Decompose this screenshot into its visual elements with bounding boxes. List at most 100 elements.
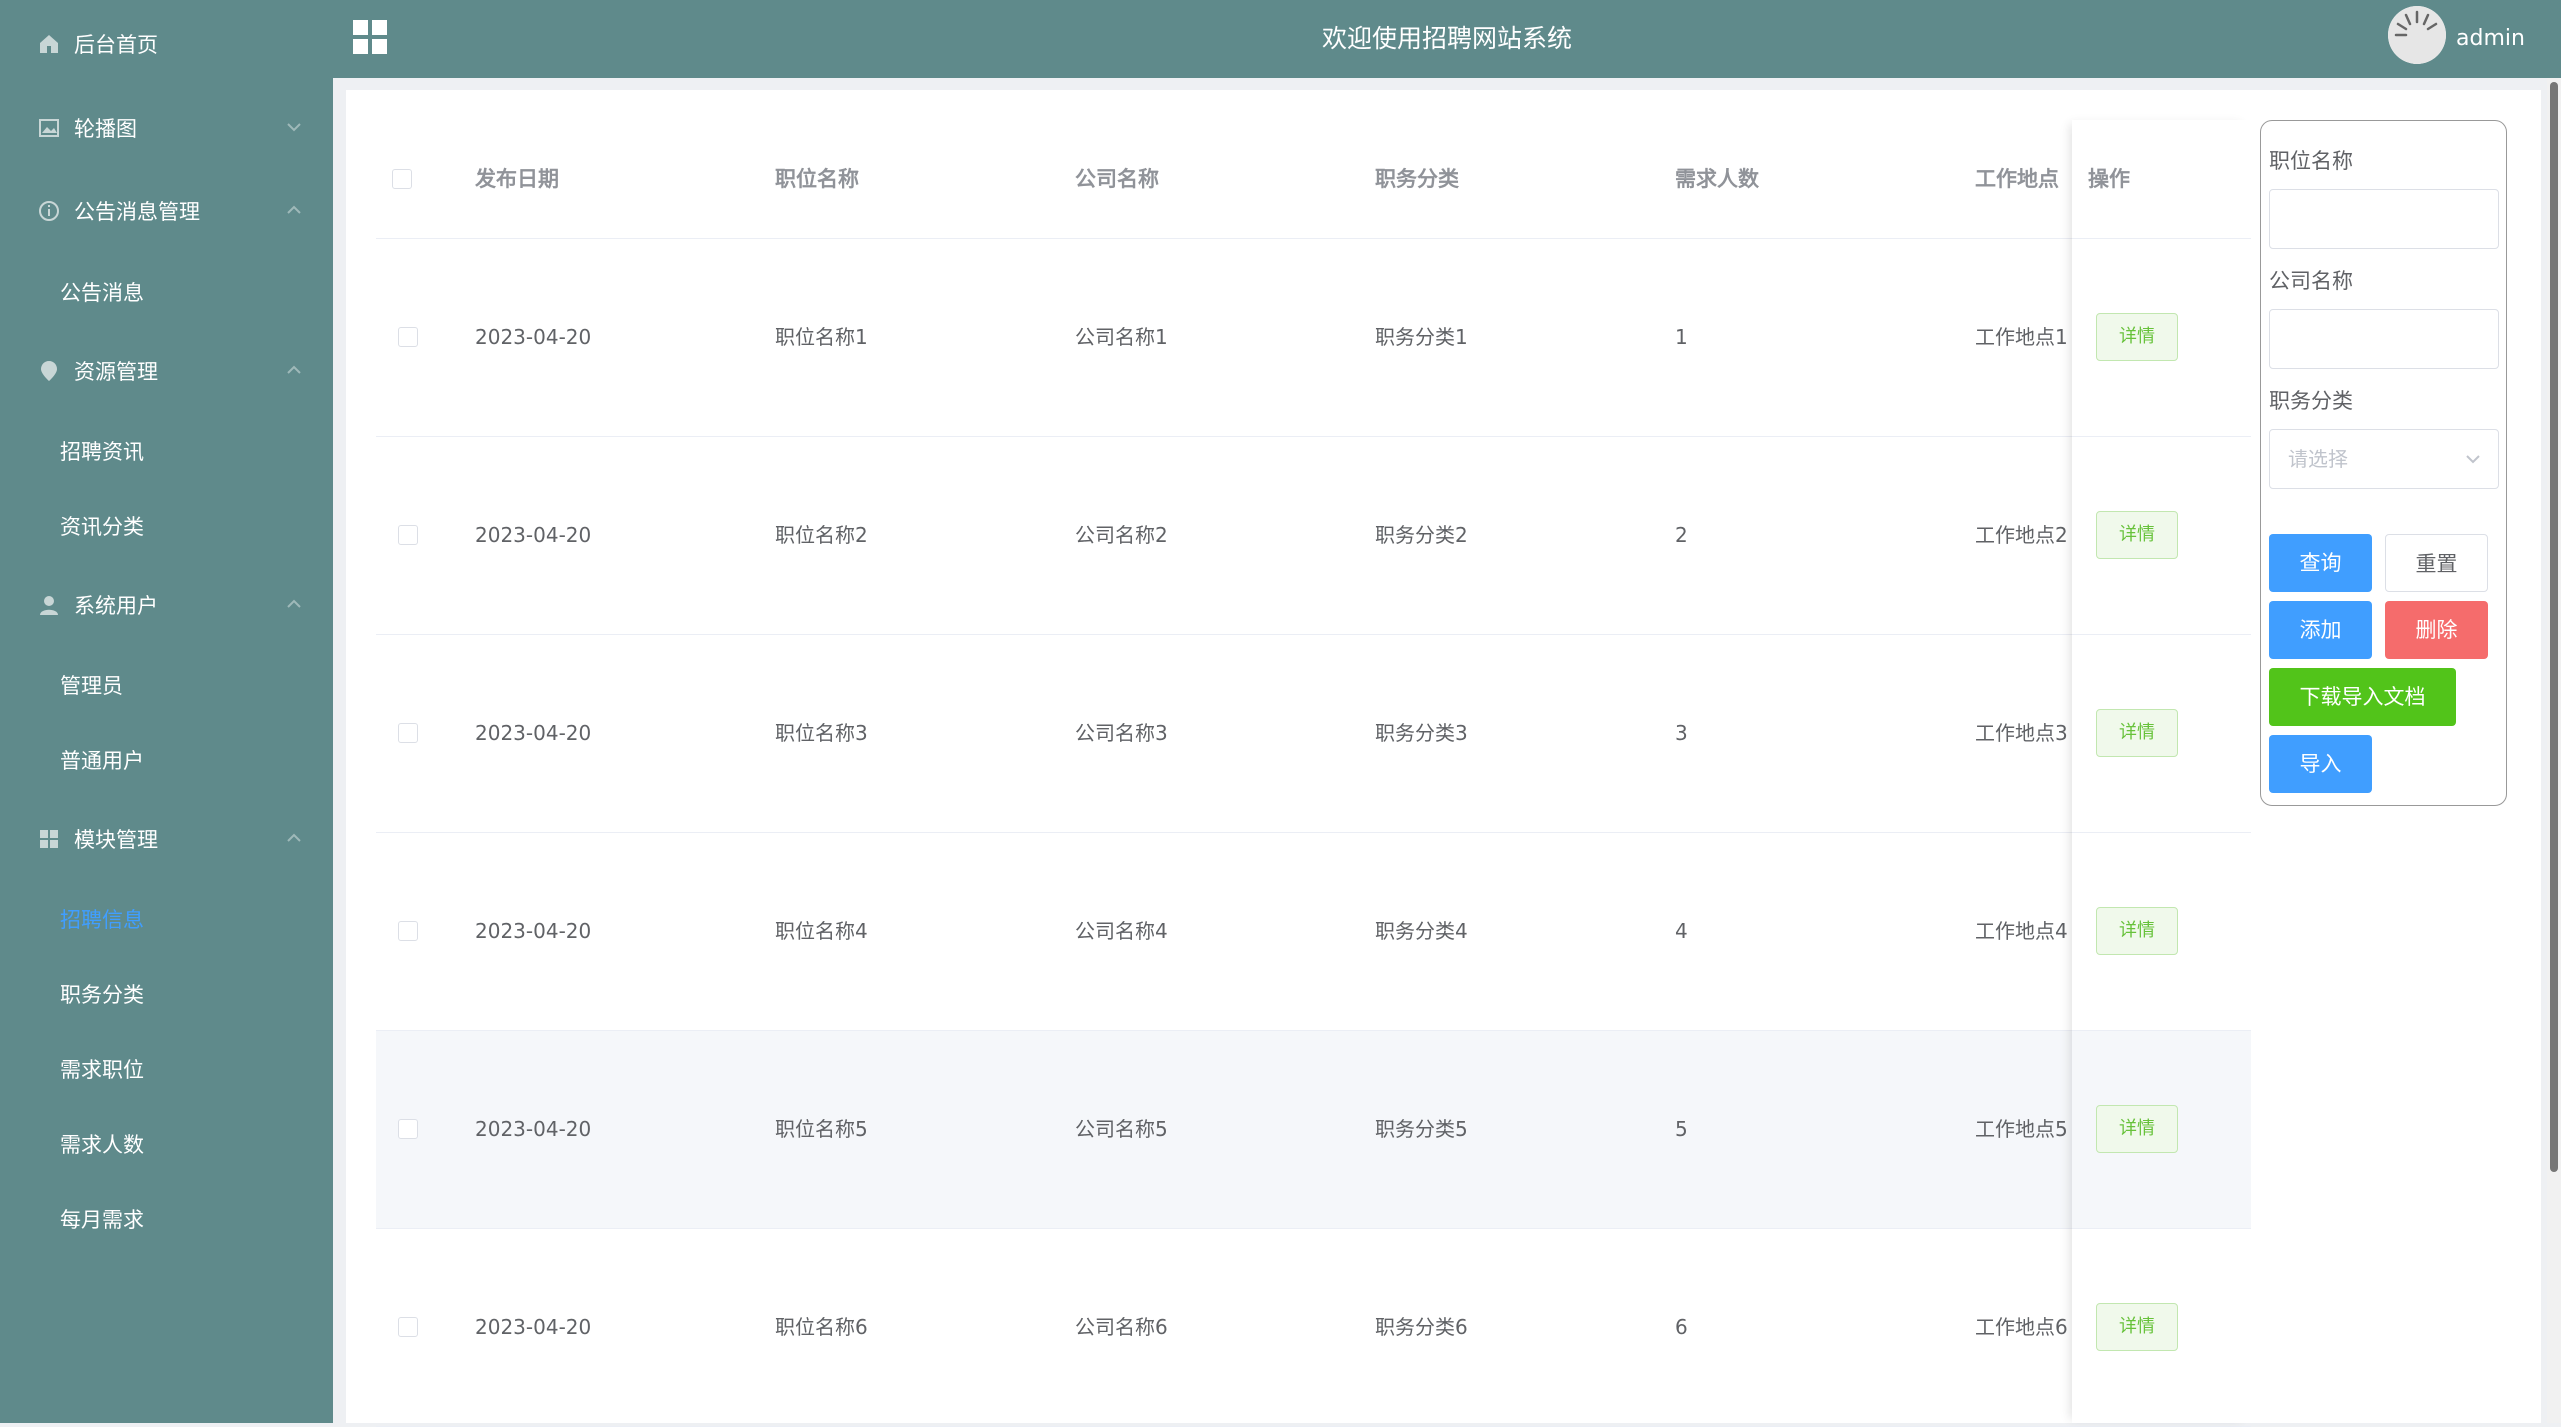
job-category-placeholder: 请选择: [2288, 447, 2348, 471]
sidebar-item-notice-manage[interactable]: 公告消息管理: [0, 181, 333, 241]
cell-category: 职务分类6: [1375, 1315, 1468, 1339]
position-name-input[interactable]: [2269, 189, 2499, 249]
chevron-down-icon: [2466, 455, 2480, 464]
top-header: 欢迎使用招聘网站系统 admin: [333, 0, 2561, 78]
row-checkbox[interactable]: [398, 921, 418, 941]
sidebar-item-label: 招聘信息: [60, 908, 144, 932]
page-scrollbar[interactable]: [2547, 78, 2561, 1423]
cell-category: 职务分类3: [1375, 721, 1468, 745]
sidebar-item-demand-count[interactable]: 需求人数: [0, 1114, 333, 1174]
sidebar-item-job-category[interactable]: 职务分类: [0, 964, 333, 1024]
cell-location: 工作地点1: [1975, 325, 2068, 349]
job-category-select[interactable]: 请选择: [2269, 429, 2499, 489]
cell-position: 职位名称5: [775, 1117, 868, 1141]
cell-date: 2023-04-20: [475, 1117, 592, 1141]
table-row[interactable]: 2023-04-20 职位名称3 公司名称3 职务分类3 3 工作地点3 详情: [376, 635, 2251, 833]
sidebar-item-monthly-demand[interactable]: 每月需求: [0, 1189, 333, 1249]
job-category-label: 职务分类: [2269, 389, 2353, 413]
scrollbar-thumb[interactable]: [2550, 82, 2558, 1172]
cell-location: 工作地点5: [1975, 1117, 2068, 1141]
sidebar-item-module-manage[interactable]: 模块管理: [0, 809, 333, 869]
header-job-category[interactable]: 职务分类: [1375, 120, 1459, 238]
cell-company: 公司名称3: [1075, 721, 1168, 745]
cell-location: 工作地点2: [1975, 523, 2068, 547]
row-checkbox[interactable]: [398, 525, 418, 545]
header-title: 欢迎使用招聘网站系统: [1321, 24, 1572, 53]
select-all-checkbox[interactable]: [392, 169, 412, 189]
cell-position: 职位名称4: [775, 919, 868, 943]
cell-position: 职位名称1: [775, 325, 868, 349]
sidebar-item-home[interactable]: 后台首页: [0, 14, 333, 74]
sidebar-item-resource-manage[interactable]: 资源管理: [0, 341, 333, 401]
sidebar-item-system-users[interactable]: 系统用户: [0, 575, 333, 635]
sidebar-item-normal-users[interactable]: 普通用户: [0, 730, 333, 790]
sidebar-item-label: 模块管理: [74, 828, 158, 852]
sidebar-item-label: 每月需求: [60, 1208, 144, 1232]
delete-button[interactable]: 删除: [2385, 601, 2488, 659]
sidebar-item-recruit-news[interactable]: 招聘资讯: [0, 421, 333, 481]
sidebar-item-label: 资源管理: [74, 360, 158, 384]
detail-button[interactable]: 详情: [2096, 511, 2178, 559]
detail-button[interactable]: 详情: [2096, 907, 2178, 955]
location-icon: [36, 358, 62, 384]
table-row[interactable]: 2023-04-20 职位名称5 公司名称5 职务分类5 5 工作地点5 详情: [376, 1031, 2251, 1229]
detail-button[interactable]: 详情: [2096, 1105, 2178, 1153]
reset-button[interactable]: 重置: [2385, 534, 2488, 592]
cell-count: 2: [1675, 523, 1688, 547]
sidebar-item-label: 需求人数: [60, 1133, 144, 1157]
row-checkbox[interactable]: [398, 1317, 418, 1337]
table-row[interactable]: 2023-04-20 职位名称4 公司名称4 职务分类4 4 工作地点4 详情: [376, 833, 2251, 1031]
chevron-up-icon: [287, 833, 301, 842]
sidebar-item-label: 公告消息: [60, 281, 144, 305]
add-button[interactable]: 添加: [2269, 601, 2372, 659]
table-row[interactable]: 2023-04-20 职位名称2 公司名称2 职务分类2 2 工作地点2 详情: [376, 437, 2251, 635]
header-company-name[interactable]: 公司名称: [1075, 120, 1159, 238]
header-operation: 操作: [2088, 167, 2130, 191]
header-work-location[interactable]: 工作地点: [1975, 120, 2059, 238]
company-name-input[interactable]: [2269, 309, 2499, 369]
import-button[interactable]: 导入: [2269, 735, 2372, 793]
cell-company: 公司名称5: [1075, 1117, 1168, 1141]
header-publish-date[interactable]: 发布日期: [475, 120, 559, 238]
row-checkbox[interactable]: [398, 1119, 418, 1139]
content-card: 发布日期 职位名称 公司名称 职务分类 需求人数 工作地点 操作 2023-04…: [346, 90, 2541, 1427]
header-demand-count[interactable]: 需求人数: [1675, 120, 1759, 238]
detail-button[interactable]: 详情: [2096, 709, 2178, 757]
sidebar-item-label: 公告消息管理: [74, 200, 200, 224]
sidebar-item-news-category[interactable]: 资讯分类: [0, 496, 333, 556]
query-button[interactable]: 查询: [2269, 534, 2372, 592]
sidebar-item-admin[interactable]: 管理员: [0, 655, 333, 715]
home-icon: [36, 31, 62, 57]
cell-date: 2023-04-20: [475, 721, 592, 745]
cell-company: 公司名称4: [1075, 919, 1168, 943]
admin-username[interactable]: admin: [2456, 26, 2525, 51]
detail-button[interactable]: 详情: [2096, 1303, 2178, 1351]
company-name-label: 公司名称: [2269, 269, 2353, 293]
sidebar-item-label: 职务分类: [60, 983, 144, 1007]
table-row[interactable]: 2023-04-20 职位名称6 公司名称6 职务分类6 6 工作地点6 详情: [376, 1229, 2251, 1427]
detail-button[interactable]: 详情: [2096, 313, 2178, 361]
sidebar: 后台首页 轮播图 公告消息管理 公告消息 资源管理 招聘资讯 资讯分类 系统用户…: [0, 0, 333, 1423]
sidebar-item-notice[interactable]: 公告消息: [0, 262, 333, 322]
sidebar-item-label: 招聘资讯: [60, 440, 144, 464]
cell-count: 1: [1675, 325, 1688, 349]
avatar-icon: [2388, 6, 2446, 64]
sidebar-item-demand-position[interactable]: 需求职位: [0, 1039, 333, 1099]
sidebar-item-label: 需求职位: [60, 1058, 144, 1082]
cell-category: 职务分类1: [1375, 325, 1468, 349]
sidebar-item-carousel[interactable]: 轮播图: [0, 98, 333, 158]
row-checkbox[interactable]: [398, 327, 418, 347]
cell-location: 工作地点3: [1975, 721, 2068, 745]
avatar[interactable]: [2388, 6, 2446, 64]
download-import-doc-button[interactable]: 下载导入文档: [2269, 668, 2456, 726]
image-icon: [36, 115, 62, 141]
cell-position: 职位名称6: [775, 1315, 868, 1339]
table-header: 发布日期 职位名称 公司名称 职务分类 需求人数 工作地点 操作: [376, 120, 2251, 239]
header-position-name[interactable]: 职位名称: [775, 120, 859, 238]
cell-company: 公司名称1: [1075, 325, 1168, 349]
row-checkbox[interactable]: [398, 723, 418, 743]
table-row[interactable]: 2023-04-20 职位名称1 公司名称1 职务分类1 1 工作地点1 详情: [376, 239, 2251, 437]
sidebar-item-recruit-info[interactable]: 招聘信息: [0, 889, 333, 949]
cell-location: 工作地点6: [1975, 1315, 2068, 1339]
cell-date: 2023-04-20: [475, 523, 592, 547]
